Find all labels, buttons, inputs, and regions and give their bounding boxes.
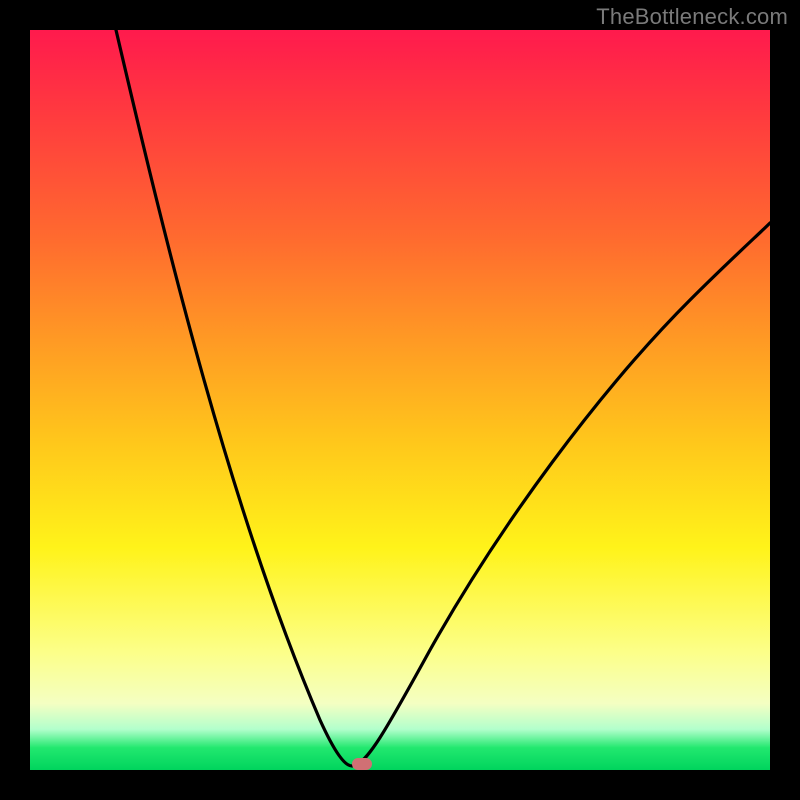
bottleneck-curve <box>116 30 770 766</box>
curve-layer <box>30 30 770 770</box>
watermark-text: TheBottleneck.com <box>596 4 788 30</box>
minimum-marker <box>352 758 372 770</box>
chart-frame: TheBottleneck.com <box>0 0 800 800</box>
plot-area <box>30 30 770 770</box>
